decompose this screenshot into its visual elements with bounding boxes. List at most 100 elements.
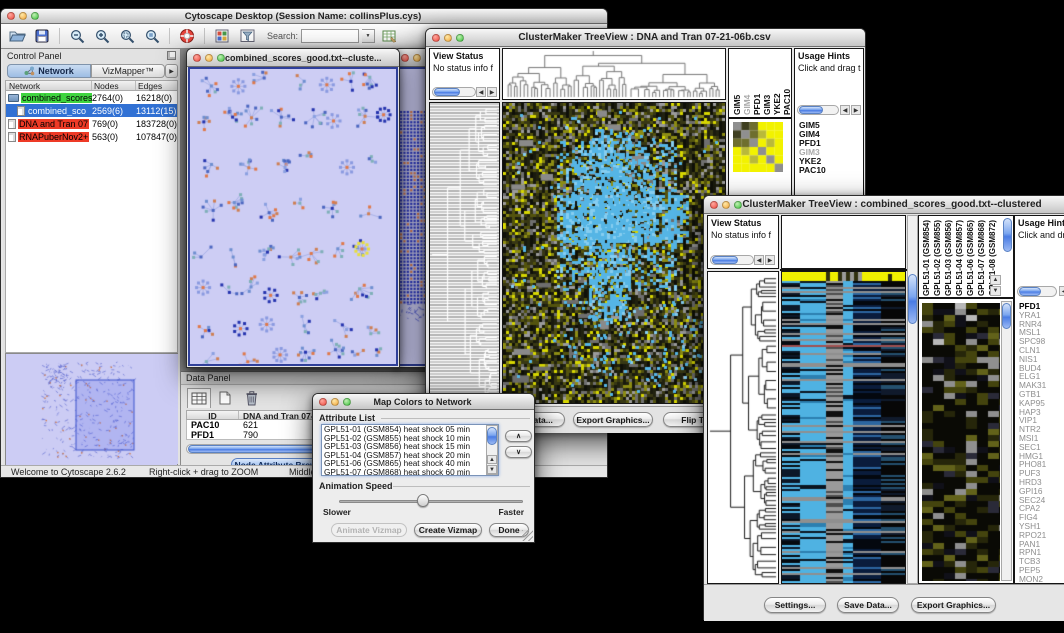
col-network[interactable]: Network	[6, 81, 92, 90]
network-canvas-1[interactable]	[190, 69, 398, 366]
scroll-right-arrow[interactable]: ▶	[765, 255, 775, 265]
move-down-button[interactable]: ∨	[505, 446, 532, 458]
scroll-up-arrow[interactable]: ▲	[487, 455, 497, 464]
open-file-button[interactable]	[6, 26, 28, 47]
tv2-heatmap-pane[interactable]	[781, 271, 906, 584]
slider-thumb[interactable]	[417, 494, 429, 507]
scroll-thumb[interactable]	[1019, 287, 1041, 296]
scroll-left-arrow[interactable]: ◀	[476, 87, 486, 97]
network-list-row[interactable]: DNA and Tran 07 769(0) 183728(0)	[6, 117, 177, 130]
column-label[interactable]: GPL51-04 (GSM857)	[954, 218, 965, 296]
column-label[interactable]: GPL51-06 (GSM865)	[965, 218, 976, 296]
tv1-top-dendrogram-canvas[interactable]	[503, 49, 725, 99]
minimize-button[interactable]	[331, 398, 339, 406]
main-titlebar[interactable]: Cytoscape Desktop (Session Name: collins…	[1, 9, 607, 24]
minimize-button[interactable]	[444, 34, 452, 42]
scroll-thumb[interactable]	[487, 427, 497, 445]
tab-overflow-button[interactable]: ▶	[165, 64, 178, 78]
export-graphics-button[interactable]: Export Graphics...	[911, 597, 996, 613]
save-button[interactable]	[31, 26, 53, 47]
search-input[interactable]	[301, 29, 359, 43]
close-button[interactable]	[319, 398, 327, 406]
delete-attribute-button[interactable]	[239, 387, 263, 408]
scroll-left-arrow[interactable]: ◀	[840, 105, 850, 115]
tab-vizmapper[interactable]: VizMapper™	[91, 64, 165, 78]
scroll-thumb[interactable]	[799, 106, 823, 114]
treeview2-titlebar[interactable]: ClusterMaker TreeView : combined_scores_…	[704, 196, 1064, 214]
scroll-left-arrow[interactable]: ◀	[1059, 286, 1064, 296]
close-button[interactable]	[432, 34, 440, 42]
treeview1-titlebar[interactable]: ClusterMaker TreeView : DNA and Tran 07-…	[426, 29, 865, 47]
gene-label[interactable]: PAC10	[799, 166, 826, 175]
tv2-zoom-heatmap-canvas[interactable]	[922, 303, 1000, 581]
zoom-window-button[interactable]	[456, 34, 464, 42]
minimize-button[interactable]	[413, 54, 421, 62]
column-label[interactable]: GIM5	[732, 51, 742, 115]
tv2-usage-hscrollbar[interactable]	[1017, 286, 1057, 297]
col-id[interactable]: ID	[187, 411, 239, 419]
zoom-window-button[interactable]	[343, 398, 351, 406]
minimize-button[interactable]	[19, 12, 27, 20]
column-label[interactable]: YKE2	[772, 51, 782, 115]
close-button[interactable]	[710, 201, 718, 209]
save-data-button[interactable]: Save Data...	[837, 597, 899, 613]
column-label[interactable]: GPL51-03 (GSM856)	[943, 218, 954, 296]
birdseye-view[interactable]	[5, 353, 178, 467]
float-panel-icon[interactable]	[167, 51, 176, 60]
attribute-table-button[interactable]	[378, 26, 400, 47]
settings-button[interactable]: Settings...	[764, 597, 826, 613]
tv1-heatmap-pane[interactable]	[502, 102, 726, 404]
scroll-left-arrow[interactable]: ◀	[754, 255, 764, 265]
network-view-1[interactable]	[188, 67, 398, 366]
zoom-out-button[interactable]	[66, 26, 88, 47]
zoom-window-button[interactable]	[31, 12, 39, 20]
gene-label[interactable]: MON2	[1019, 575, 1046, 584]
tv1-left-dendrogram-canvas[interactable]	[430, 103, 499, 403]
tv2-column-dendrogram-area[interactable]	[781, 215, 906, 269]
zoom-selected-button[interactable]	[116, 26, 138, 47]
tv1-column-dendrogram[interactable]	[502, 48, 726, 100]
animation-speed-slider-track[interactable]	[339, 500, 523, 503]
tv2-row-dendrogram[interactable]	[707, 271, 779, 584]
attribute-select-button[interactable]	[187, 388, 211, 408]
column-label[interactable]: GIM3	[762, 51, 772, 115]
listbox-vscrollbar[interactable]: ▲ ▼	[486, 425, 498, 475]
column-label[interactable]: GPL51-01 (GSM854)	[921, 218, 932, 296]
dialog-titlebar[interactable]: Map Colors to Network	[313, 394, 534, 410]
col-nodes[interactable]: Nodes	[92, 81, 136, 90]
create-vizmap-button[interactable]: Create Vizmap	[414, 523, 482, 537]
column-label[interactable]: GPL51-02 (GSM855)	[932, 218, 943, 296]
tv1-heatmap-canvas[interactable]	[503, 103, 725, 403]
zoom-window-button[interactable]	[217, 54, 225, 62]
minimize-button[interactable]	[205, 54, 213, 62]
tv2-heatmap-canvas[interactable]	[782, 272, 905, 583]
close-button[interactable]	[7, 12, 15, 20]
export-graphics-button[interactable]: Export Graphics...	[573, 412, 653, 427]
label-scroll-thumb[interactable]	[1003, 218, 1012, 252]
move-up-button[interactable]: ∧	[505, 430, 532, 442]
column-label[interactable]: PAC10	[782, 51, 792, 115]
scroll-down-arrow[interactable]: ▼	[990, 286, 1001, 296]
close-button[interactable]	[193, 54, 201, 62]
animate-vizmap-button[interactable]: Animate Vizmap	[331, 523, 407, 537]
scroll-thumb[interactable]	[1002, 303, 1011, 329]
scroll-thumb[interactable]	[434, 88, 460, 96]
scroll-thumb[interactable]	[908, 274, 917, 324]
tv1-usage-hscrollbar[interactable]	[797, 105, 839, 115]
zoom-fit-button[interactable]	[141, 26, 163, 47]
network-list-row[interactable]: combined_sco 2569(6) 13112(15)	[6, 104, 177, 117]
tv2-status-hscrollbar[interactable]	[710, 255, 754, 265]
tab-network[interactable]: Network	[7, 64, 91, 78]
zoom-window-button[interactable]	[734, 201, 742, 209]
search-dropdown-button[interactable]: ▼	[362, 29, 375, 43]
tv2-dendrogram-canvas[interactable]	[708, 272, 778, 583]
minimize-button[interactable]	[722, 201, 730, 209]
col-edges[interactable]: Edges	[136, 81, 177, 90]
network-window-1-titlebar[interactable]: combined_scores_good.txt--cluste...	[187, 49, 399, 67]
attribute-listbox[interactable]: GPL51-01 (GSM854) heat shock 05 minGPL51…	[321, 424, 499, 476]
create-attribute-button[interactable]	[213, 388, 237, 408]
column-label[interactable]: GPL51-07 (GSM868)	[976, 218, 987, 296]
network-list-row[interactable]: combined_scores 2764(0) 16218(0)	[6, 91, 177, 104]
help-button[interactable]	[176, 26, 198, 47]
network-list-row[interactable]: RNAPuberNov2+ 563(0) 107847(0)	[6, 130, 177, 143]
